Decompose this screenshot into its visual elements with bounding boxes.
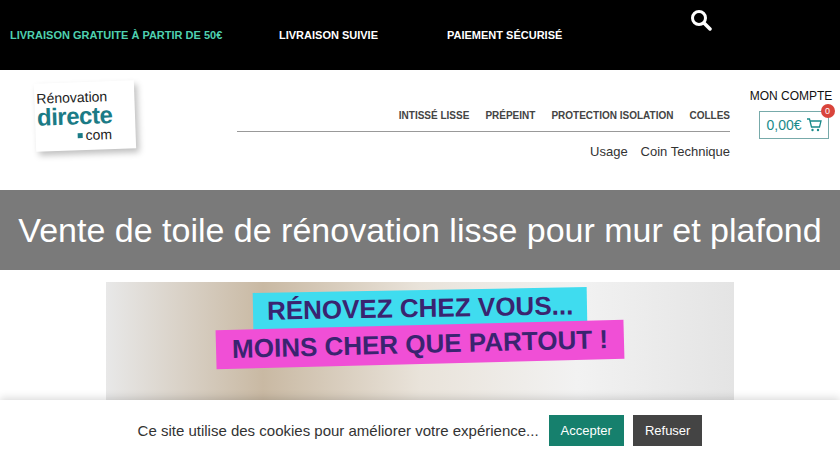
- nav-item[interactable]: INTISSÉ LISSE: [399, 110, 470, 121]
- account: MON COMPTE 0,00€ 0: [748, 89, 834, 139]
- cookie-button[interactable]: Refuser: [633, 415, 703, 446]
- nav-item[interactable]: PRÉPEINT: [485, 110, 535, 121]
- header: Rénovation directe com INTISSÉ LISSE PRÉP…: [0, 70, 840, 190]
- logo-dot-icon: [78, 133, 83, 138]
- cookie-button[interactable]: Accepter: [549, 415, 624, 446]
- nav-item[interactable]: COLLES: [689, 110, 730, 121]
- top-bar-item: LIVRAISON GRATUITE À PARTIR DE 50€: [10, 29, 279, 41]
- logo[interactable]: Rénovation directe com: [34, 80, 136, 151]
- cart-button[interactable]: 0,00€ 0: [759, 111, 828, 139]
- nav-item[interactable]: PROTECTION ISOLATION: [551, 110, 673, 121]
- nav: INTISSÉ LISSE PRÉPEINT PROTECTION ISOLATIO…: [237, 110, 730, 159]
- page: LIVRAISON GRATUITE À PARTIR DE 50€LIVRAI…: [0, 0, 840, 460]
- top-bar: LIVRAISON GRATUITE À PARTIR DE 50€LIVRAI…: [0, 0, 840, 70]
- cart-icon: [806, 118, 822, 132]
- search-icon[interactable]: [690, 9, 712, 31]
- cart-count-badge: 0: [821, 104, 835, 118]
- nav-subitem[interactable]: Usage: [590, 144, 628, 159]
- nav-subitem[interactable]: Coin Technique: [641, 144, 730, 159]
- title-band: Vente de toile de rénovation lisse pour …: [0, 190, 840, 270]
- cookie-message: Ce site utilise des cookies pour amélior…: [138, 422, 539, 439]
- top-bar-item: LIVRAISON SUIVIE: [279, 29, 447, 41]
- cookie-bar: Ce site utilise des cookies pour amélior…: [0, 400, 840, 460]
- page-title: Vente de toile de rénovation lisse pour …: [18, 211, 821, 250]
- top-bar-item: PAIEMENT SÉCURISÉ: [447, 29, 690, 41]
- account-link[interactable]: MON COMPTE: [750, 89, 833, 103]
